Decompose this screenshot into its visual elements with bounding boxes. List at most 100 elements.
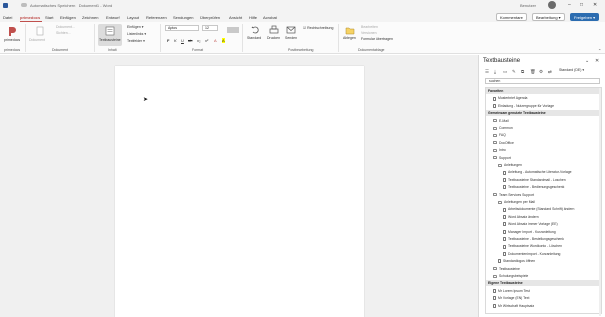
minimize-button[interactable]: – — [568, 2, 571, 8]
textbausteine-icon[interactable] — [105, 26, 115, 36]
user-name[interactable]: Benutzer — [520, 3, 536, 8]
editing-mode-button[interactable]: Bearbeitung ▾ — [532, 13, 565, 21]
tab-ueberpruefen[interactable]: Überprüfen — [200, 15, 220, 20]
tab-datei[interactable]: Datei — [3, 15, 12, 20]
tree-folder[interactable]: Schulungsbeispiele — [486, 273, 601, 279]
tree-folder[interactable]: Anleitungen per Mail — [486, 199, 601, 205]
standard-button[interactable]: Standard — [247, 36, 261, 40]
tree-folder[interactable]: Testbausteine — [486, 266, 601, 272]
tree-item[interactable]: Mr Lorem Ipsum Test — [486, 288, 601, 294]
tree-item[interactable]: Textbausteine Wordkonto - Löschen — [486, 243, 601, 249]
tree-folder[interactable]: FAQ — [486, 132, 601, 138]
settings-icon[interactable]: ⚙ — [539, 69, 543, 75]
close-button[interactable]: ✕ — [593, 2, 597, 8]
search-input[interactable]: suchen — [485, 78, 600, 84]
list-icon[interactable] — [226, 26, 240, 34]
collapse-ribbon-icon[interactable]: ⌃ — [598, 48, 601, 53]
tree-folder[interactable]: DocOffice — [486, 140, 601, 146]
mail-icon[interactable] — [286, 25, 296, 35]
tree-item[interactable]: Dokumentenimport - Kurzanleitung — [486, 251, 601, 257]
dokument-button[interactable]: Dokument — [29, 38, 45, 42]
delete-icon[interactable]: 🗑 — [530, 69, 536, 75]
pane-options-icon[interactable]: ⌄ — [585, 58, 589, 64]
italic-button[interactable]: K — [174, 38, 177, 43]
tree-item[interactable]: Textbausteine - Bedienungsgeschenk — [486, 184, 601, 190]
ablegen-button[interactable]: Ablegen — [343, 36, 356, 40]
primedocs-icon[interactable] — [7, 26, 17, 36]
tree-item[interactable]: Textbausteine - Bestellungsgeschenk — [486, 236, 601, 242]
comments-button[interactable]: Kommentare — [496, 13, 527, 21]
tab-acrobat[interactable]: Acrobat — [263, 15, 277, 20]
import-icon[interactable]: ⤓ — [494, 69, 496, 74]
inhalt-listenlinks[interactable]: Listenlinks ▾ — [127, 32, 146, 36]
textbausteine-button[interactable]: Textbausteine — [99, 38, 121, 42]
ablage-bearbeiten[interactable]: Bearbeiten — [361, 25, 378, 29]
document-page[interactable] — [115, 66, 364, 317]
tab-entwurf[interactable]: Entwurf — [106, 15, 120, 20]
new-folder-icon[interactable]: ▭ — [503, 69, 507, 75]
inhalt-textfelder[interactable]: Textfelder ▾ — [127, 39, 145, 43]
font-family-select[interactable]: Aptos — [165, 25, 199, 31]
ablage-formular[interactable]: Formular übertragen — [361, 37, 393, 41]
tree-item[interactable]: Standardlogos öffnen — [486, 258, 601, 264]
tab-referenzen[interactable]: Referenzen — [146, 15, 167, 20]
share-button[interactable]: Freigeben ▾ — [570, 13, 600, 21]
tree-item[interactable]: Textbausteine Standardmail - Loschen — [486, 177, 601, 183]
new-snippet-icon[interactable]: ☰ — [485, 69, 489, 75]
avatar[interactable] — [548, 1, 556, 9]
pane-close-icon[interactable]: ✕ — [595, 58, 599, 64]
spellcheck-checkbox[interactable]: ☑ Rechtschreibung — [303, 26, 333, 30]
tree-item[interactable]: Einladung - Nutzergruppe für Vorlage — [486, 103, 601, 109]
copy-icon[interactable]: ⧉ — [521, 69, 524, 74]
highlight-button[interactable]: A — [222, 38, 225, 43]
subscript-button[interactable]: x₂ — [197, 38, 201, 43]
tab-zeichnen[interactable]: Zeichnen — [82, 15, 98, 20]
tree-folder[interactable]: E-Mail — [486, 118, 601, 124]
tab-layout[interactable]: Layout — [127, 15, 139, 20]
folder-icon[interactable] — [345, 25, 355, 35]
superscript-button[interactable]: x² — [205, 38, 208, 43]
font-size-select[interactable]: 12 — [202, 25, 218, 31]
senden-button[interactable]: Senden — [285, 36, 297, 40]
tree-folder[interactable]: Support — [486, 155, 601, 161]
primedocs-button[interactable]: primedocs — [4, 38, 20, 42]
printer-icon[interactable] — [269, 25, 279, 35]
pane-scrollbar[interactable] — [599, 88, 601, 316]
tab-einfuegen[interactable]: Einfügen — [60, 15, 76, 20]
bold-button[interactable]: F — [167, 38, 169, 43]
inhalt-einfuegen[interactable]: Einfügen ▾ — [127, 25, 144, 29]
underline-button[interactable]: U — [181, 38, 184, 43]
tree-item[interactable]: Word Absatz ändern — [486, 214, 601, 220]
edit-icon[interactable]: ✎ — [512, 69, 516, 75]
tab-sendungen[interactable]: Sendungen — [173, 15, 193, 20]
tree-item[interactable]: Manager Import - Kurzanleitung — [486, 229, 601, 235]
maximize-button[interactable]: □ — [580, 2, 583, 8]
tree-section-header[interactable]: Favoriten — [486, 88, 601, 94]
autosave-toggle[interactable] — [21, 3, 27, 7]
tab-ansicht[interactable]: Ansicht — [229, 15, 242, 20]
tree-item[interactable]: Mr Vorlage (EN) Text — [486, 295, 601, 301]
tree-folder[interactable]: Intro — [486, 147, 601, 153]
tree-section-header[interactable]: Eigene Textbausteine — [486, 280, 601, 287]
dokument-item-1[interactable]: Dokument... — [56, 25, 75, 29]
tree-section-header[interactable]: Gemeinsam genutzte Textbausteine — [486, 110, 601, 117]
tree-item[interactable]: Musterbrief Agenda — [486, 95, 601, 101]
tree-item[interactable]: Anleitung - Automatische Literatur-Vorla… — [486, 169, 601, 175]
tree-folder[interactable]: Common — [486, 125, 601, 131]
document-icon[interactable] — [35, 26, 45, 36]
dokument-item-2[interactable]: Sichten... — [56, 31, 71, 35]
tree-item[interactable]: Mr Wirtschaft Hauptsatz — [486, 303, 601, 309]
font-color-button[interactable]: A — [214, 38, 217, 43]
ablage-versionen[interactable]: Versionen — [361, 31, 377, 35]
undo-circle-icon[interactable] — [250, 25, 260, 35]
tab-hilfe[interactable]: Hilfe — [249, 15, 257, 20]
strikethrough-button[interactable]: ab — [188, 38, 192, 43]
tree-item[interactable]: Arbeitsdokumente (Standard Schrift) ände… — [486, 206, 601, 212]
tree-folder[interactable]: Team Services Support — [486, 192, 601, 198]
drucken-button[interactable]: Drucken — [267, 36, 280, 40]
tree-item[interactable]: Word Absatz immer Vorlage (EE) — [486, 221, 601, 227]
tab-primedocs[interactable]: primedocs — [20, 15, 40, 20]
language-select[interactable]: Standard (DE) ▾ — [559, 68, 584, 74]
share-icon[interactable]: ⇄ — [548, 69, 552, 75]
tab-start[interactable]: Start — [45, 15, 53, 20]
